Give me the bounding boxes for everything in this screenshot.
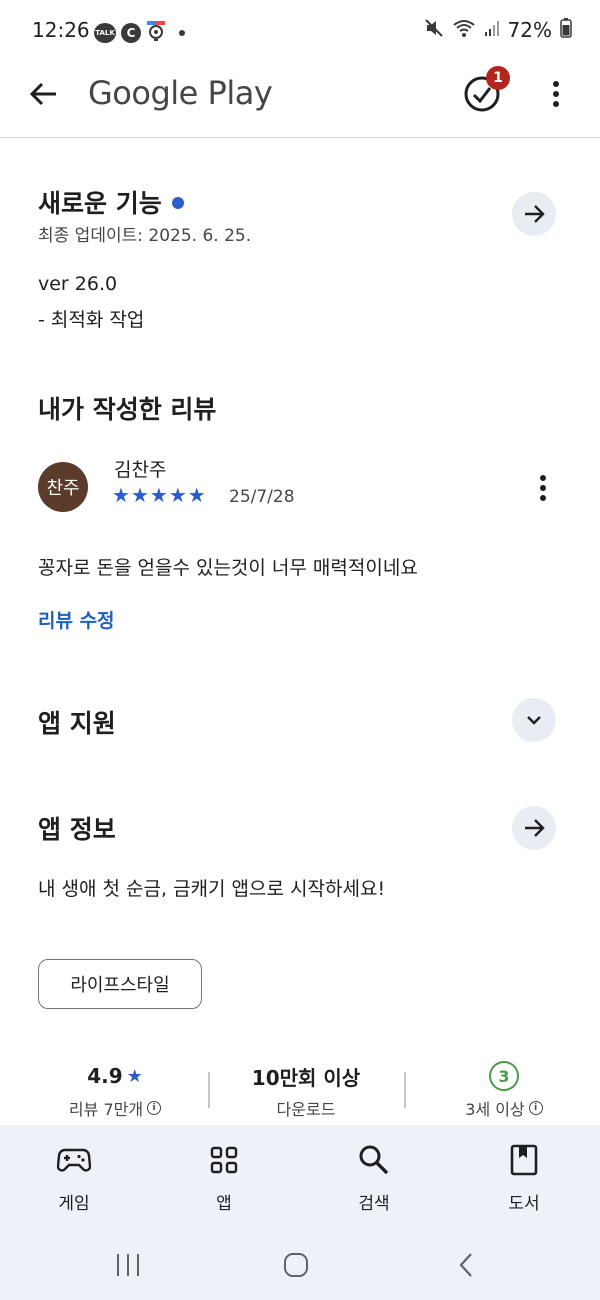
- nav-label-books: 도서: [508, 1194, 540, 1214]
- app-support-expand-button[interactable]: [512, 698, 556, 742]
- recent-apps-button[interactable]: [108, 1248, 148, 1282]
- notification-icons: TALK C: [94, 20, 185, 46]
- apps-grid-icon: [207, 1143, 241, 1177]
- review-text: 꽁자로 돈을 얻을수 있는것이 너무 매력적이네요: [38, 557, 418, 579]
- info-icon: i: [528, 1101, 543, 1115]
- nav-item-games[interactable]: 게임: [34, 1143, 114, 1214]
- star-icon: ★: [187, 483, 206, 507]
- age-rating-badge-row: 3: [426, 1061, 582, 1091]
- reviewer-name: 김찬주: [114, 459, 167, 481]
- age-rating-badge: 3: [489, 1061, 519, 1091]
- release-notes: - 최적화 작업: [38, 309, 145, 331]
- app-description: 내 생애 첫 순금, 금캐기 앱으로 시작하세요!: [38, 878, 386, 900]
- status-right: 72%: [424, 18, 572, 42]
- home-icon: [284, 1253, 308, 1277]
- c-app-icon: C: [121, 23, 141, 43]
- status-time: 12:26: [32, 18, 90, 42]
- chevron-down-icon: [527, 716, 541, 725]
- avatar: 찬주: [38, 462, 88, 512]
- nav-item-apps[interactable]: 앱: [184, 1143, 264, 1214]
- star-icon: ★: [168, 483, 187, 507]
- stat-divider: [208, 1072, 210, 1108]
- app-support-heading[interactable]: 앱 지원: [38, 704, 116, 740]
- stat-divider: [404, 1072, 406, 1108]
- app-info-heading: 앱 정보: [38, 815, 116, 844]
- app-info-arrow-button[interactable]: [512, 806, 556, 850]
- back-arrow-icon: [29, 82, 56, 106]
- signal-icon: [484, 19, 500, 41]
- arrow-forward-icon: [525, 205, 545, 223]
- age-rating-row: 3세 이상 i: [426, 1096, 582, 1120]
- back-nav-button[interactable]: [446, 1248, 486, 1282]
- age-rating-stat[interactable]: 3 3세 이상 i: [426, 1061, 582, 1120]
- whats-new-heading: 새로운 기능: [38, 184, 184, 220]
- wifi-icon: [452, 18, 476, 42]
- whats-new-title: 새로운 기능: [38, 189, 162, 218]
- review-date: 25/7/28: [229, 487, 295, 507]
- more-vert-icon: [553, 81, 559, 107]
- overflow-menu-button[interactable]: [544, 76, 568, 112]
- last-updated: 최종 업데이트: 2025. 6. 25.: [38, 226, 252, 246]
- kakaotalk-icon: TALK: [94, 23, 116, 43]
- book-icon: [507, 1143, 541, 1177]
- home-button[interactable]: [276, 1248, 316, 1282]
- google-play-title: Google Play: [88, 74, 273, 112]
- review-menu-button[interactable]: [531, 472, 555, 506]
- location-app-icon: [146, 20, 166, 46]
- downloads-value: 10만회 이상: [251, 1065, 361, 1090]
- rating-value: 4.9: [87, 1064, 123, 1088]
- battery-percent: 72%: [507, 18, 552, 42]
- more-vert-icon: [540, 475, 546, 501]
- rating-stars: ★ ★ ★ ★ ★: [112, 484, 206, 506]
- arrow-forward-icon: [525, 819, 545, 837]
- system-navigation: [0, 1240, 600, 1290]
- more-notifications-dot: [179, 30, 185, 36]
- nav-item-search[interactable]: 검색: [334, 1143, 414, 1214]
- app-bar: Google Play 1: [0, 62, 600, 138]
- nav-label-search: 검색: [358, 1194, 390, 1214]
- back-button[interactable]: [26, 76, 62, 112]
- my-review-heading: 내가 작성한 리뷰: [38, 395, 217, 424]
- search-icon: [357, 1143, 391, 1177]
- nav-item-books[interactable]: 도서: [484, 1143, 564, 1214]
- rating-stat[interactable]: 4.9 ★ 리뷰 7만개 i: [40, 1062, 190, 1120]
- nav-label-apps: 앱: [216, 1194, 232, 1214]
- notification-badge: 1: [486, 66, 510, 90]
- downloads-stat: 10만회 이상 다운로드: [220, 1062, 392, 1120]
- downloads-label: 다운로드: [276, 1100, 336, 1119]
- status-bar: 12:26 TALK C 72%: [0, 0, 600, 62]
- category-chip[interactable]: 라이프스타일: [38, 959, 202, 1009]
- age-rating-label: 3세 이상: [465, 1100, 525, 1119]
- star-icon: ★: [112, 483, 130, 507]
- rating-value-row: 4.9 ★: [40, 1062, 190, 1090]
- reviews-count-row: 리뷰 7만개 i: [40, 1096, 190, 1120]
- star-icon: ★: [126, 1065, 143, 1087]
- new-indicator-dot: [171, 197, 184, 209]
- star-icon: ★: [149, 483, 168, 507]
- chevron-left-icon: [459, 1253, 472, 1277]
- version-text: ver 26.0: [38, 273, 118, 295]
- mute-icon: [424, 18, 444, 42]
- recent-apps-icon: [117, 1254, 139, 1276]
- edit-review-link[interactable]: 리뷰 수정: [38, 606, 115, 633]
- info-icon: i: [147, 1101, 162, 1115]
- gamepad-icon: [57, 1143, 91, 1177]
- nav-label-games: 게임: [58, 1194, 90, 1214]
- star-icon: ★: [130, 483, 149, 507]
- whats-new-arrow-button[interactable]: [512, 192, 556, 236]
- battery-icon: [560, 18, 572, 42]
- reviews-count: 리뷰 7만개: [68, 1100, 144, 1119]
